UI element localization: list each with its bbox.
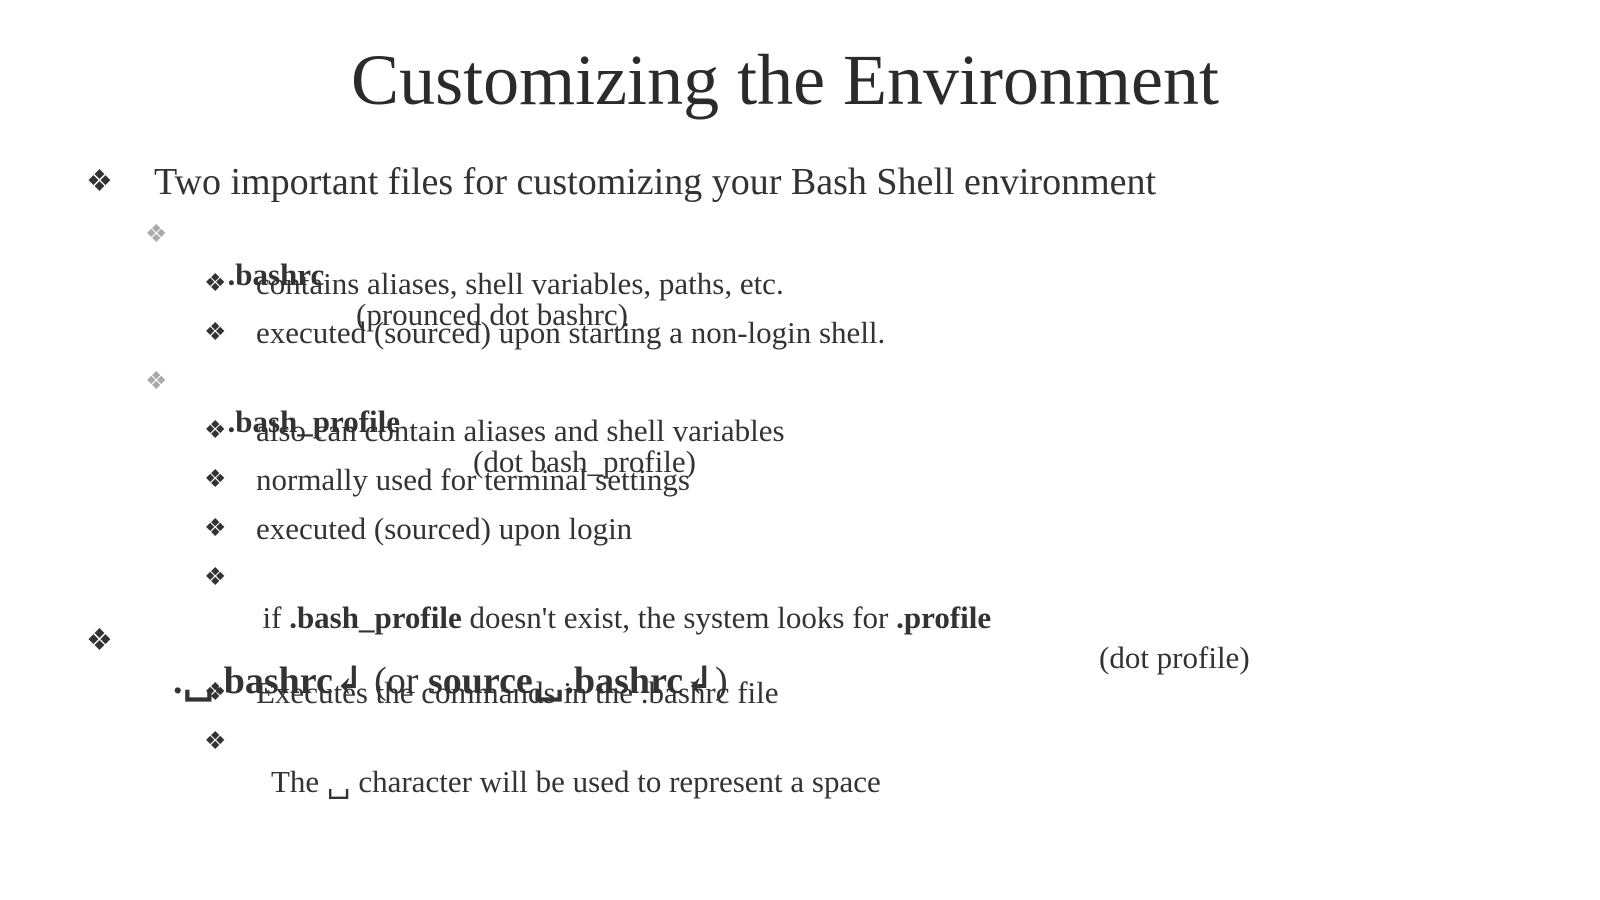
bullet-icon: ❖ bbox=[145, 221, 168, 248]
bullet-text: The bbox=[270, 764, 327, 799]
bullet-space-symbol: The ␣ character will be used to represen… bbox=[256, 722, 881, 802]
bullet-text: executed (sourced) upon login bbox=[256, 511, 633, 546]
slide-title: Customizing the Environment bbox=[351, 40, 1219, 120]
bullet-text: normally used for terminal settings bbox=[256, 462, 690, 497]
bullet-icon: ❖ bbox=[86, 165, 113, 198]
space-symbol: ␣ bbox=[326, 764, 351, 799]
bullet-icon: ❖ bbox=[204, 728, 227, 755]
bullet-text: contains aliases, shell variables, paths… bbox=[256, 266, 784, 301]
bullet-text: character will be used to represent a sp… bbox=[350, 764, 881, 799]
bullet-text: executed (sourced) upon starting a non-l… bbox=[256, 315, 886, 350]
bullet-text: also can contain aliases and shell varia… bbox=[256, 413, 785, 448]
bullet-icon: ❖ bbox=[86, 624, 113, 657]
bullet-text: (dot profile) bbox=[1099, 640, 1250, 675]
bullet-text: Executes the commands in the .bashrc fil… bbox=[256, 675, 779, 710]
bullet-text: Two important files for customizing your… bbox=[154, 161, 1157, 203]
bullet-icon: ❖ bbox=[204, 564, 227, 591]
bullet-bold: .profile bbox=[896, 600, 992, 635]
bullet-icon: ❖ bbox=[145, 368, 168, 395]
bullet-icon: ❖ bbox=[204, 515, 227, 542]
